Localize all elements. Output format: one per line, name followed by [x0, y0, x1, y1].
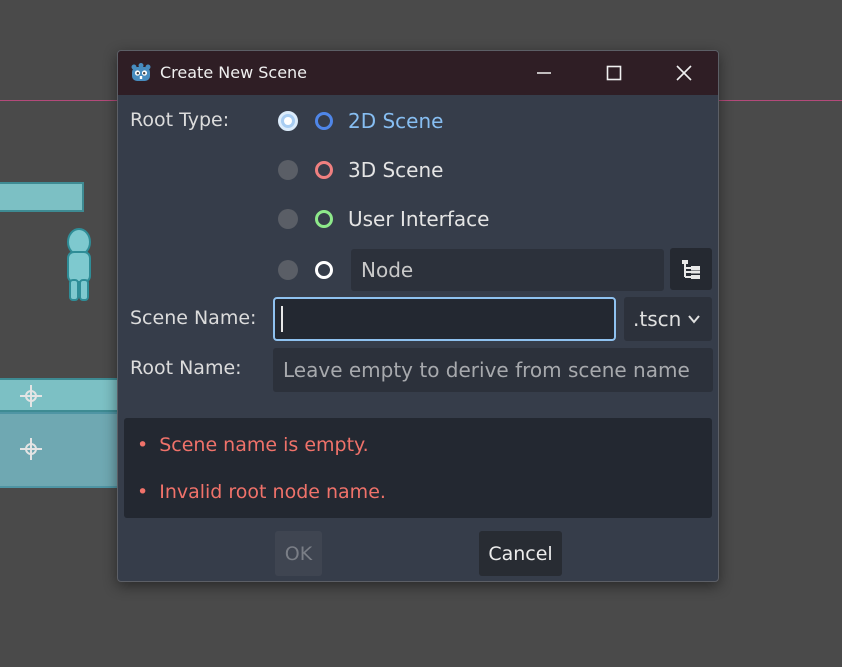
minimize-icon: [537, 72, 551, 74]
minimize-button[interactable]: [524, 59, 564, 87]
character-sprite: [67, 228, 91, 301]
ok-button[interactable]: OK: [275, 531, 322, 576]
platform-tile: [0, 412, 126, 488]
close-icon: [676, 65, 692, 81]
root-name-label: Root Name:: [130, 357, 242, 379]
node2d-icon: [315, 112, 333, 130]
create-new-scene-dialog: Create New Scene Root Type: 2D Scene 3D …: [117, 50, 719, 582]
maximize-button[interactable]: [594, 59, 634, 87]
chevron-down-icon: [688, 315, 700, 324]
node3d-icon: [315, 161, 333, 179]
root-type-label: Root Type:: [130, 109, 230, 131]
godot-logo-icon: [131, 63, 151, 81]
error-text: Invalid root node name.: [159, 481, 386, 503]
scene-extension-select[interactable]: .tscn: [624, 297, 712, 341]
option-label: 3D Scene: [348, 158, 444, 182]
dialog-title: Create New Scene: [160, 63, 308, 82]
platform-tile: [0, 378, 126, 412]
extension-value: .tscn: [633, 307, 682, 331]
platform-tile: [0, 182, 84, 212]
radio-button[interactable]: [278, 160, 298, 180]
select-node-type-button[interactable]: [670, 248, 712, 290]
root-name-input[interactable]: [273, 348, 713, 392]
scene-name-input[interactable]: [273, 297, 616, 341]
bullet: •: [137, 434, 149, 456]
radio-button[interactable]: [278, 260, 298, 280]
radio-button[interactable]: [278, 209, 298, 229]
option-label: 2D Scene: [348, 109, 444, 133]
root-type-option-2d[interactable]: 2D Scene: [278, 106, 443, 136]
radio-button[interactable]: [278, 111, 298, 131]
error-message: • Invalid root node name.: [137, 481, 386, 503]
error-text: Scene name is empty.: [159, 434, 369, 456]
root-type-option-ui[interactable]: User Interface: [278, 204, 489, 234]
cancel-button[interactable]: Cancel: [479, 531, 562, 576]
node-pivot-icon: [20, 438, 42, 460]
close-button[interactable]: [664, 59, 704, 87]
scene-tree-icon: [682, 260, 700, 279]
node-pivot-icon: [20, 385, 42, 407]
node-icon: [315, 261, 333, 279]
other-node-type-field[interactable]: Node: [351, 249, 664, 291]
root-type-option-3d[interactable]: 3D Scene: [278, 155, 443, 185]
validation-panel: • Scene name is empty. • Invalid root no…: [124, 418, 712, 518]
option-label: User Interface: [348, 207, 490, 231]
scene-name-label: Scene Name:: [130, 307, 257, 329]
dialog-titlebar[interactable]: Create New Scene: [118, 51, 718, 95]
bullet: •: [137, 481, 149, 503]
maximize-icon: [606, 65, 622, 81]
text-caret: [281, 306, 283, 332]
root-type-option-node[interactable]: [278, 255, 333, 285]
control-node-icon: [315, 210, 333, 228]
error-message: • Scene name is empty.: [137, 434, 369, 456]
